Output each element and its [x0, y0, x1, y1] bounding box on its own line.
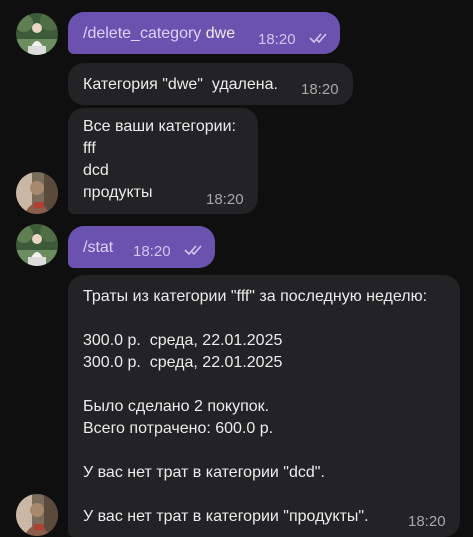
double-check-icon [184, 245, 202, 256]
text-line: У вас нет трат в категории "dcd". [83, 464, 325, 481]
user-avatar[interactable] [16, 224, 58, 266]
message-text: Категория "dwe" удалена. [83, 76, 278, 93]
text-line: У вас нет трат в категории "продукты". [83, 508, 369, 525]
double-check-icon [309, 33, 327, 44]
text-line: 300.0 р. среда, 22.01.2025 [83, 332, 283, 349]
bot-avatar[interactable] [16, 494, 58, 536]
message-statistics[interactable]: Траты из категории "fff" за последную не… [68, 275, 460, 537]
text-line: Все ваши категории: [83, 118, 236, 135]
chat-history[interactable]: /delete_category dwe 18:20 Категория "dw… [0, 0, 473, 537]
text-line [83, 484, 427, 506]
text-line: dcd [83, 162, 109, 179]
message-delete-category[interactable]: /delete_category dwe 18:20 [68, 12, 340, 54]
text-line: Всего потрачено: 600.0 р. [83, 420, 274, 437]
message-categories-list[interactable]: Все ваши категории: fff dcd продукты 18:… [68, 108, 258, 214]
message-time: 18:20 [206, 191, 244, 208]
user-avatar[interactable] [16, 13, 58, 55]
message-category-deleted[interactable]: Категория "dwe" удалена. 18:20 [68, 63, 353, 105]
message-stat-command[interactable]: /stat 18:20 [68, 226, 215, 268]
message-time: 18:20 [408, 513, 446, 530]
bot-avatar[interactable] [16, 172, 58, 214]
message-time: 18:20 [133, 243, 171, 260]
text-line [83, 374, 427, 396]
text-line [83, 308, 427, 330]
message-text: /delete_category dwe [83, 23, 235, 45]
text-line: Было сделано 2 покупок. [83, 398, 270, 415]
text-line [83, 440, 427, 462]
command-link[interactable]: /delete_category [83, 25, 201, 42]
text-line: Траты из категории "fff" за последную не… [83, 288, 428, 305]
command-link[interactable]: /stat [83, 237, 113, 259]
message-text: Траты из категории "fff" за последную не… [83, 286, 427, 528]
message-time: 18:20 [301, 81, 339, 98]
text-line: fff [83, 140, 96, 157]
command-argument: dwe [201, 25, 236, 42]
text-line: 300.0 р. среда, 22.01.2025 [83, 354, 283, 371]
message-time: 18:20 [258, 31, 296, 48]
